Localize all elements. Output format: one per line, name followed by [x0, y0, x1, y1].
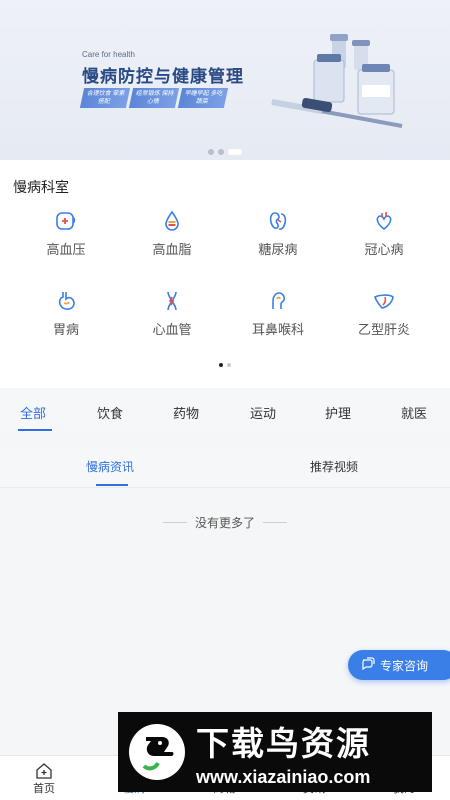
- clinic-item-stomach[interactable]: 胃病: [13, 288, 119, 368]
- watermark-overlay: 下载鸟资源 www.xiazainiao.com: [118, 712, 432, 792]
- pager-dot-active[interactable]: [219, 363, 223, 367]
- heart-icon: [371, 208, 397, 234]
- nav-label: 首页: [33, 783, 55, 795]
- medicine-vials-illustration: [271, 34, 403, 128]
- tab-diet[interactable]: 饮食: [97, 403, 123, 422]
- tab-nursing[interactable]: 护理: [325, 403, 351, 422]
- clinic-grid: 高血压 高血脂 糖尿病 冠心病 胃病 心血管 耳鼻喉科 乙型肝炎: [0, 208, 450, 368]
- clinic-item-ent[interactable]: 耳鼻喉科: [225, 288, 331, 368]
- watermark-title: 下载鸟资源: [196, 723, 371, 763]
- banner-pager: [0, 149, 450, 155]
- list-end-indicator: 没有更多了: [0, 514, 450, 531]
- list-end-text: 没有更多了: [194, 516, 255, 530]
- clinics-section: 慢病科室 高血压 高血脂 糖尿病 冠心病 胃病 心血管 耳鼻喉科 乙型肝炎: [0, 160, 450, 388]
- clinic-label: 乙型肝炎: [357, 322, 410, 337]
- clinic-item-hyperlipidemia[interactable]: 高血脂: [119, 208, 225, 288]
- banner-tags: 合理饮食 荤素搭配 经常锻炼 保持心情 早睡早起 多吃蔬菜: [79, 88, 229, 108]
- ear-nose-throat-icon: [265, 288, 291, 314]
- blood-lipid-icon: [159, 208, 185, 234]
- subtab-active-indicator: [96, 484, 128, 486]
- clinic-label: 胃病: [52, 322, 79, 337]
- pager-dot[interactable]: [227, 363, 231, 367]
- stomach-icon: [53, 288, 79, 314]
- tab-medicine[interactable]: 药物: [173, 403, 199, 422]
- divider-line: [263, 522, 287, 523]
- banner-tag: 合理饮食 荤素搭配: [79, 88, 131, 108]
- tab-exercise[interactable]: 运动: [250, 403, 276, 422]
- blood-vessel-icon: [159, 288, 185, 314]
- clinic-label: 耳鼻喉科: [251, 322, 304, 337]
- clinic-item-hypertension[interactable]: 高血压: [13, 208, 119, 288]
- home-icon: [36, 763, 52, 779]
- chat-bubble-icon: [361, 656, 375, 674]
- nav-home[interactable]: 首页: [14, 762, 74, 796]
- clinic-item-coronary[interactable]: 冠心病: [331, 208, 437, 288]
- liver-icon: [371, 288, 397, 314]
- clinic-label: 糖尿病: [258, 242, 298, 257]
- clinic-item-diabetes[interactable]: 糖尿病: [225, 208, 331, 288]
- section-title: 慢病科室: [13, 179, 69, 195]
- clinic-item-cardiovascular[interactable]: 心血管: [119, 288, 225, 368]
- banner-tag: 经常锻炼 保持心情: [128, 88, 180, 108]
- divider-line: [162, 522, 187, 523]
- tab-recommended-videos[interactable]: 推荐视频: [310, 458, 358, 475]
- banner-title: 慢病防控与健康管理: [82, 67, 244, 86]
- banner-tag: 早睡早起 多吃蔬菜: [177, 88, 229, 108]
- tab-medical-visit[interactable]: 就医: [401, 403, 427, 422]
- blood-pressure-icon: [53, 208, 79, 234]
- banner-subtitle: Care for health: [82, 50, 135, 59]
- clinic-label: 冠心病: [364, 242, 404, 257]
- bird-logo-icon: [126, 721, 188, 783]
- clinic-item-hepatitis-b[interactable]: 乙型肝炎: [331, 288, 437, 368]
- expert-consult-button[interactable]: 专家咨询: [348, 650, 450, 680]
- watermark-url: www.xiazainiao.com: [196, 766, 371, 787]
- clinic-label: 高血压: [46, 242, 86, 257]
- pager-dot[interactable]: [208, 149, 214, 155]
- kidney-icon: [265, 208, 291, 234]
- tab-chronic-news[interactable]: 慢病资讯: [86, 458, 134, 475]
- expert-consult-label: 专家咨询: [380, 658, 429, 673]
- pager-dot[interactable]: [218, 149, 224, 155]
- clinic-label: 高血脂: [152, 242, 192, 257]
- tab-active-indicator: [18, 429, 52, 431]
- pager-dot-active[interactable]: [228, 149, 242, 155]
- clinic-label: 心血管: [152, 322, 192, 337]
- tab-all[interactable]: 全部: [20, 403, 46, 422]
- clinic-pager: [0, 363, 450, 367]
- category-tabs: 全部 饮食 药物 运动 护理 就医: [0, 390, 450, 432]
- banner-carousel[interactable]: Care for health 慢病防控与健康管理 合理饮食 荤素搭配 经常锻炼…: [0, 0, 450, 160]
- content-subtabs: 慢病资讯 推荐视频: [0, 446, 450, 488]
